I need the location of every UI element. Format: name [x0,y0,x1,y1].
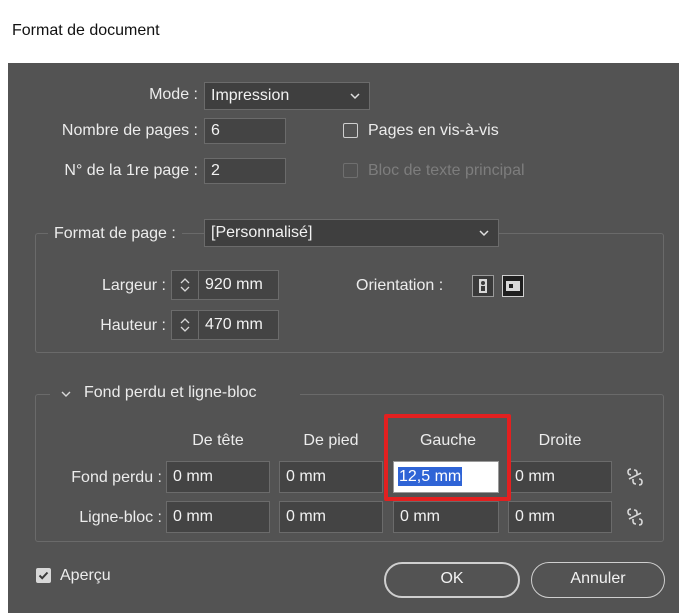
width-label: Largeur : [101,277,166,294]
col-header-bottom: De pied [303,432,359,449]
bleed-bottom-input[interactable]: 0 mm [279,461,383,493]
first-page-label: N° de la 1re page : [64,162,198,179]
first-page-input[interactable]: 2 [204,158,286,184]
highlight-box [384,414,511,501]
page-size-value: [Personnalisé] [211,224,313,241]
width-stepper[interactable] [171,270,199,300]
bleed-section-label: Fond perdu et ligne-bloc [84,384,257,401]
slug-inside-input[interactable]: 0 mm [393,501,499,533]
orientation-label: Orientation : [356,277,444,294]
width-input[interactable]: 920 mm [199,270,279,300]
chevron-down-icon [60,387,72,405]
height-stepper[interactable] [171,310,199,340]
page-size-label: Format de page : [48,225,182,243]
stepper-arrows-icon [180,318,190,332]
ok-button[interactable]: OK [384,562,520,598]
pages-input[interactable]: 6 [204,118,286,144]
bleed-top-input[interactable]: 0 mm [166,461,270,493]
preview-checkbox[interactable] [36,568,51,583]
facing-pages-label: Pages en vis-à-vis [368,122,499,139]
slug-top-input[interactable]: 0 mm [166,501,270,533]
height-label: Hauteur : [100,317,166,334]
slug-bottom-input[interactable]: 0 mm [279,501,383,533]
window-titlebar: Format de document [0,0,679,63]
chain-link-broken-icon[interactable] [625,506,645,528]
chain-link-broken-icon[interactable] [625,466,645,488]
mode-value: Impression [211,87,290,104]
window-title: Format de document [12,22,160,39]
landscape-button[interactable] [502,275,524,297]
checkmark-icon [38,571,49,580]
slug-outside-input[interactable]: 0 mm [508,501,612,533]
facing-pages-checkbox[interactable] [343,123,358,138]
cancel-button[interactable]: Annuler [531,562,665,598]
page-size-select[interactable]: [Personnalisé] [204,219,499,247]
pages-label: Nombre de pages : [61,122,198,139]
mode-select[interactable]: Impression [204,82,370,110]
mode-label: Mode : [149,86,198,103]
chevron-down-icon [348,89,362,103]
primary-text-checkbox[interactable] [343,163,358,178]
stepper-arrows-icon [180,278,190,292]
col-header-top: De tête [192,432,244,449]
col-header-outside: Droite [538,432,582,449]
portrait-icon [479,279,487,293]
height-input[interactable]: 470 mm [199,310,279,340]
bleed-header[interactable]: Fond perdu et ligne-bloc [50,383,300,405]
chevron-down-icon [477,226,491,240]
slug-label: Ligne-bloc : [79,509,162,526]
bleed-label: Fond perdu : [71,469,162,486]
primary-text-label: Bloc de texte principal [368,162,525,179]
landscape-icon [506,281,520,291]
preview-label: Aperçu [60,567,111,584]
portrait-button[interactable] [472,275,494,297]
bleed-outside-input[interactable]: 0 mm [508,461,612,493]
